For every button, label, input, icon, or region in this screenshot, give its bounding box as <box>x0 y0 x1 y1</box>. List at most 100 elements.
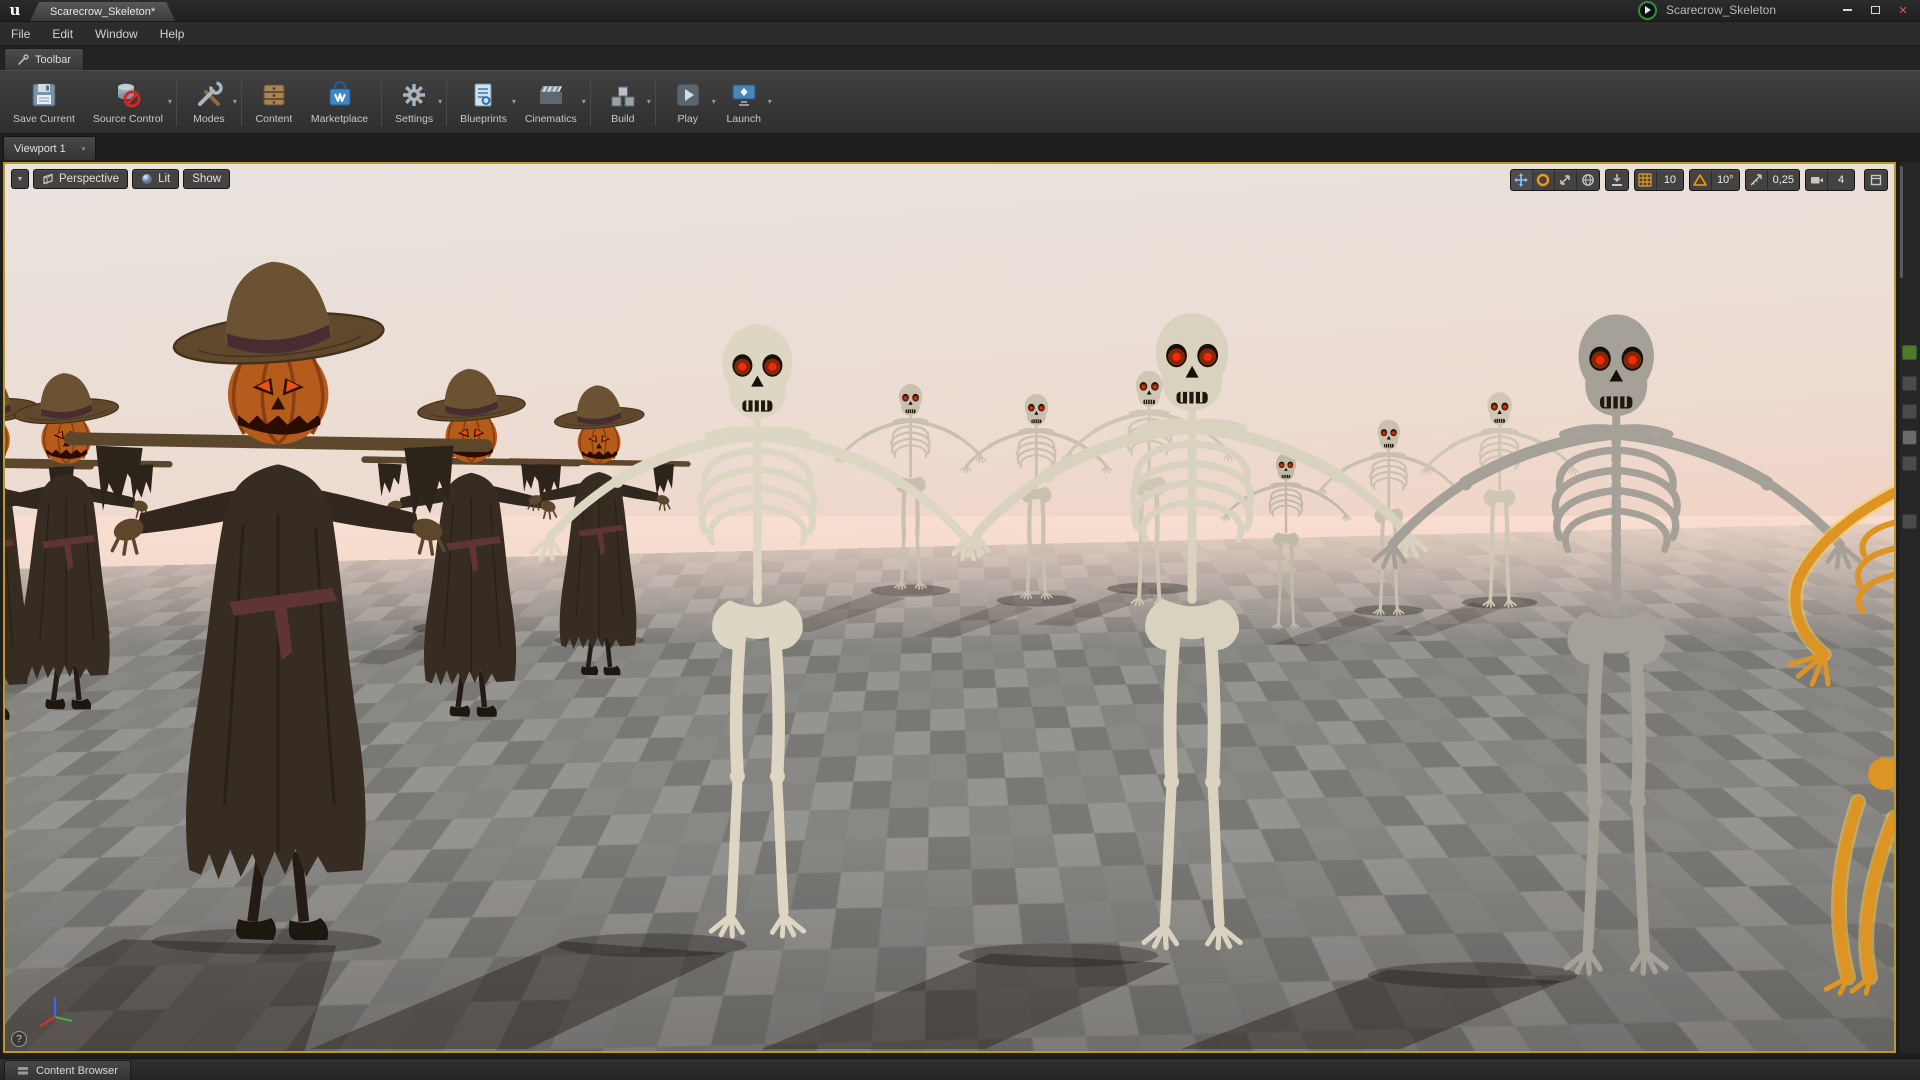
toolbar-button-label: Cinematics <box>524 113 577 125</box>
workspace: ▼ Perspective Lit Show 10 10° 0,25 4 ? <box>0 160 1920 1058</box>
modes-button[interactable]: Modes ▾ <box>181 73 237 131</box>
viewport-tab-caret-icon[interactable]: ▾ <box>82 145 86 153</box>
dropdown-caret-icon[interactable]: ▾ <box>768 97 772 106</box>
document-tab[interactable]: Scarecrow_Skeleton* <box>30 2 175 21</box>
show-label: Show <box>192 173 222 185</box>
dropdown-caret-icon[interactable]: ▾ <box>168 97 172 106</box>
menu-file[interactable]: File <box>0 22 41 45</box>
viewport-3d-scene[interactable]: ▼ Perspective Lit Show 10 10° 0,25 4 ? <box>5 164 1894 1051</box>
collapsed-panel-icon[interactable] <box>1902 430 1917 445</box>
toolbar-separator <box>654 78 656 126</box>
build-icon <box>608 80 638 110</box>
rotation-snap-icon <box>1693 174 1708 186</box>
minimize-button[interactable] <box>1833 0 1861 20</box>
viewport-tab-label: Viewport 1 <box>14 142 66 155</box>
viewport-tab[interactable]: Viewport 1 ▾ <box>3 136 97 160</box>
maximize-group <box>1864 169 1888 191</box>
perspective-button[interactable]: Perspective <box>33 169 129 189</box>
save-current-button[interactable]: Save Current <box>4 73 84 131</box>
maximize-icon <box>1870 174 1882 186</box>
grid-snap-value[interactable]: 10 <box>1657 170 1683 190</box>
toolbar-button-label: Blueprints <box>460 113 507 125</box>
world-coordinate-button[interactable] <box>1577 170 1599 190</box>
level-viewport[interactable]: ▼ Perspective Lit Show 10 10° 0,25 4 ? <box>3 162 1896 1053</box>
show-menu-button[interactable]: Show <box>183 169 231 189</box>
minimize-icon <box>1842 9 1852 11</box>
dropdown-caret-icon[interactable]: ▾ <box>647 97 651 106</box>
build-button[interactable]: Build ▾ <box>595 73 651 131</box>
cinematics-icon <box>536 80 566 110</box>
main-toolbar: Save Current Source Control ▾ Modes ▾ Co… <box>0 70 1920 134</box>
toolbar-tab-label: Toolbar <box>35 53 72 66</box>
axis-gizmo <box>39 997 73 1027</box>
toolbar-tab-row: Toolbar <box>0 46 1920 70</box>
viewport-toolbar-right: 10 10° 0,25 4 <box>1509 169 1888 191</box>
camera-speed-button[interactable] <box>1806 170 1828 190</box>
rotation-snap-toggle[interactable] <box>1690 170 1712 190</box>
marketplace-icon <box>325 80 355 110</box>
dropdown-caret-icon[interactable]: ▾ <box>233 97 237 106</box>
dropdown-caret-icon[interactable]: ▾ <box>582 97 586 106</box>
collapsed-panel-icon[interactable] <box>1902 376 1917 391</box>
collapsed-panel-icon[interactable] <box>1902 514 1917 529</box>
bottom-bar: Content Browser <box>0 1058 1920 1080</box>
collapsed-panel-icon[interactable] <box>1902 345 1917 360</box>
toolbar-separator <box>589 78 591 126</box>
content-button[interactable]: Content <box>246 73 302 131</box>
toolbar-button-label: Modes <box>193 113 225 125</box>
surface-snap-button[interactable] <box>1606 170 1628 190</box>
source-control-button[interactable]: Source Control ▾ <box>84 73 172 131</box>
viewport-options-button[interactable]: ▼ <box>11 169 29 189</box>
unreal-editor-window: u Scarecrow_Skeleton* Scarecrow_Skeleton… <box>0 0 1920 1080</box>
scale-snap-group: 0,25 <box>1744 169 1800 191</box>
toolbar-separator <box>240 78 242 126</box>
toolbar-separator <box>381 78 383 126</box>
maximize-viewport-button[interactable] <box>1865 170 1887 190</box>
viewport-toolbar-left: ▼ Perspective Lit Show <box>11 169 231 189</box>
grid-snap-toggle[interactable] <box>1635 170 1657 190</box>
content-browser-tab[interactable]: Content Browser <box>4 1060 131 1080</box>
help-button[interactable]: ? <box>11 1031 27 1047</box>
menu-window[interactable]: Window <box>84 22 149 45</box>
marketplace-button[interactable]: Marketplace <box>302 73 377 131</box>
viewport-overlay-toolbar: ▼ Perspective Lit Show 10 10° 0,25 4 <box>11 169 1888 191</box>
rotate-tool-button[interactable] <box>1533 170 1555 190</box>
blueprints-button[interactable]: Blueprints ▾ <box>451 73 516 131</box>
toolbar-button-label: Marketplace <box>310 113 369 125</box>
restore-button[interactable] <box>1861 0 1889 20</box>
scale-snap-icon <box>1750 174 1762 186</box>
rotation-snap-group: 10° <box>1688 169 1740 191</box>
menu-edit[interactable]: Edit <box>41 22 84 45</box>
wrench-icon <box>18 53 29 65</box>
document-tab-title: Scarecrow_Skeleton* <box>50 5 156 18</box>
globe-icon <box>1582 174 1594 186</box>
session-title: Scarecrow_Skeleton <box>1665 3 1776 17</box>
camera-speed-value[interactable]: 4 <box>1828 170 1854 190</box>
surface-snap-icon <box>1611 174 1622 186</box>
lit-mode-button[interactable]: Lit <box>132 169 180 189</box>
settings-button[interactable]: Settings ▾ <box>386 73 442 131</box>
settings-icon <box>399 80 429 110</box>
collapsed-panel-icon[interactable] <box>1902 404 1917 419</box>
window-controls: ✕ <box>1833 0 1917 21</box>
content-browser-icon <box>18 1066 28 1074</box>
play-button[interactable]: Play ▾ <box>660 73 716 131</box>
launcher-badge-icon[interactable] <box>1637 0 1657 20</box>
collapsed-panel-icon[interactable] <box>1902 456 1917 471</box>
content-browser-label: Content Browser <box>36 1064 118 1077</box>
cinematics-button[interactable]: Cinematics ▾ <box>516 73 586 131</box>
grid-snap-icon <box>1638 173 1653 187</box>
scale-snap-value[interactable]: 0,25 <box>1768 170 1799 190</box>
scale-tool-button[interactable] <box>1555 170 1577 190</box>
strip-scrollbar[interactable] <box>1900 166 1903 278</box>
toolbar-tab[interactable]: Toolbar <box>4 48 85 70</box>
menu-help[interactable]: Help <box>149 22 196 45</box>
launch-button[interactable]: Launch ▾ <box>716 73 772 131</box>
scale-snap-toggle[interactable] <box>1746 170 1768 190</box>
launch-icon <box>729 80 759 110</box>
scale-icon <box>1560 175 1571 185</box>
close-button[interactable]: ✕ <box>1889 0 1917 20</box>
translate-tool-button[interactable] <box>1510 170 1533 190</box>
rotation-snap-value[interactable]: 10° <box>1712 170 1739 190</box>
dropdown-caret-icon[interactable]: ▾ <box>438 97 442 106</box>
